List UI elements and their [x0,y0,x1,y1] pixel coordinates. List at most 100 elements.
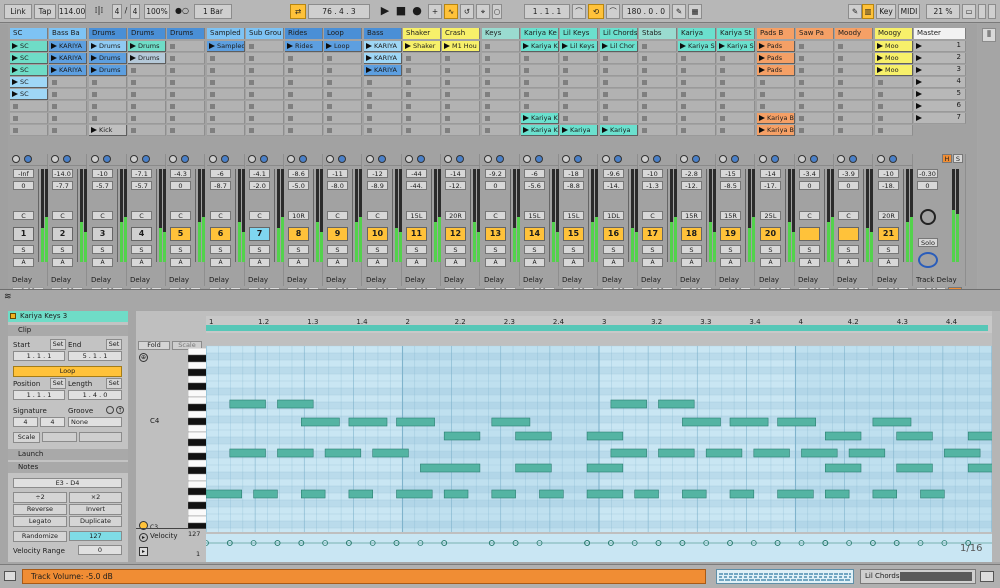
clip-slot[interactable] [521,89,559,100]
clip-slot[interactable] [207,101,245,112]
volume-readout[interactable]: -14 [760,169,781,178]
pan-readout[interactable]: C [249,211,270,220]
track-header[interactable]: Lil Keys [560,28,598,39]
clip-stop-icon[interactable] [406,116,411,121]
monitor-button[interactable]: A [327,258,348,267]
zoom-field[interactable]: 100% [144,4,170,19]
volume-readout[interactable]: -14.0 [52,169,73,178]
clip-stop-icon[interactable] [92,116,97,121]
clip-slot[interactable] [364,89,402,100]
track-activator[interactable]: 9 [327,227,348,241]
volume-fader[interactable] [863,169,864,262]
clip-slot[interactable] [49,77,87,88]
volume-readout[interactable]: -3.4 [799,169,820,178]
pan-readout[interactable]: C [131,211,152,220]
send-a-knob[interactable] [798,155,806,163]
clip-slot[interactable] [678,65,716,76]
monitor-button[interactable]: A [92,258,113,267]
clip-slot[interactable] [128,65,166,76]
clip-slot[interactable] [49,125,87,136]
send-a-knob[interactable] [130,155,138,163]
groove-hot-swap-icon[interactable] [106,406,114,414]
volume-fader[interactable] [313,169,314,262]
midi-note[interactable] [705,448,743,458]
solo-button[interactable]: S [170,245,191,254]
session-record-icon[interactable]: ○ [492,4,502,19]
midi-note[interactable] [896,463,933,473]
clip-stop-icon[interactable] [52,104,57,109]
clip-play-icon[interactable] [759,67,765,73]
midi-note[interactable] [586,489,624,499]
fold-button[interactable]: Fold [138,341,170,350]
info-view-toggle-icon[interactable] [4,571,16,581]
monitor-button[interactable]: A [445,258,466,267]
clip[interactable]: KARIYA [364,53,402,64]
volume-fader[interactable] [628,169,629,262]
clip-stop-icon[interactable] [445,92,450,97]
clip-stop-icon[interactable] [288,80,293,85]
cue-volume-knob[interactable] [918,252,938,268]
volume-fader[interactable] [235,169,236,262]
track-header[interactable]: Sampled [207,28,245,39]
clip-slot[interactable] [364,77,402,88]
clip-slot[interactable] [442,113,480,124]
clip-stop-icon[interactable] [92,80,97,85]
track-activator[interactable]: 3 [92,227,113,241]
start-field[interactable]: 1 . 1 . 1 [13,351,65,361]
clip-play-icon[interactable] [130,43,136,49]
piano-key[interactable] [188,424,207,433]
solo-button[interactable]: S [52,245,73,254]
pan-readout[interactable]: 25L [760,211,781,220]
arrangement-position-field[interactable]: 76 . 4 . 3 [308,4,370,19]
send-a-knob[interactable] [405,155,413,163]
clip-slot[interactable] [717,65,755,76]
clip-stop-icon[interactable] [720,56,725,61]
piano-key[interactable] [188,459,207,468]
midi-map-button[interactable]: MIDI [898,4,920,19]
scene-play-icon[interactable] [916,43,922,49]
groove-select[interactable]: None [68,417,122,427]
scale-name-select[interactable] [79,432,122,442]
clip-slot[interactable] [717,125,755,136]
midi-note[interactable] [372,448,409,458]
scene-play-icon[interactable] [916,91,922,97]
track-header[interactable]: Pads B [757,28,795,39]
clip[interactable]: Moo [875,65,913,76]
volume-readout-2[interactable]: -14. [603,181,624,190]
monitor-button[interactable]: A [485,258,506,267]
send-a-knob[interactable] [248,155,256,163]
clip-stop-icon[interactable] [603,80,608,85]
solo-button[interactable]: S [563,245,584,254]
clip-stop-icon[interactable] [327,56,332,61]
clip-play-icon[interactable] [12,79,18,85]
track-header[interactable]: Lil Chords [600,28,638,39]
clip-stop-icon[interactable] [603,104,608,109]
clip[interactable]: Shaker [403,41,441,52]
volume-readout-2[interactable]: -8.7 [210,181,231,190]
midi-note[interactable] [443,431,481,441]
volume-fader[interactable] [588,169,589,262]
pan-readout[interactable]: C [210,211,231,220]
piano-key[interactable] [188,382,207,391]
loop-length-field[interactable]: 180 . 0 . 0 [622,4,670,19]
scene-launch[interactable]: 7 [914,113,966,124]
volume-readout[interactable]: -6 [210,169,231,178]
solo-button[interactable]: S [131,245,152,254]
midi-note[interactable] [777,417,816,427]
monitor-button[interactable]: A [642,258,663,267]
clip-stop-icon[interactable] [288,116,293,121]
clip-slot[interactable] [796,77,834,88]
clip-section-header[interactable]: Clip [8,325,128,336]
solo-button[interactable]: S [838,245,859,254]
track-activator[interactable]: 18 [681,227,702,241]
monitor-button[interactable]: A [524,258,545,267]
scene-launch[interactable]: 4 [914,77,966,88]
note-grid[interactable]: 1 1.2 1.3 1.4 2 2.2 2.3 2.4 3 3.2 3.3 3.4 4 4.2 4.3 4.4 [206,316,992,562]
volume-readout-2[interactable]: -7.7 [52,181,73,190]
volume-fader[interactable] [38,169,39,262]
volume-fader[interactable] [77,169,78,262]
clip-stop-icon[interactable] [13,104,18,109]
volume-readout[interactable]: -14 [445,169,466,178]
clip-slot[interactable] [324,113,362,124]
clip-play-icon[interactable] [91,67,97,73]
